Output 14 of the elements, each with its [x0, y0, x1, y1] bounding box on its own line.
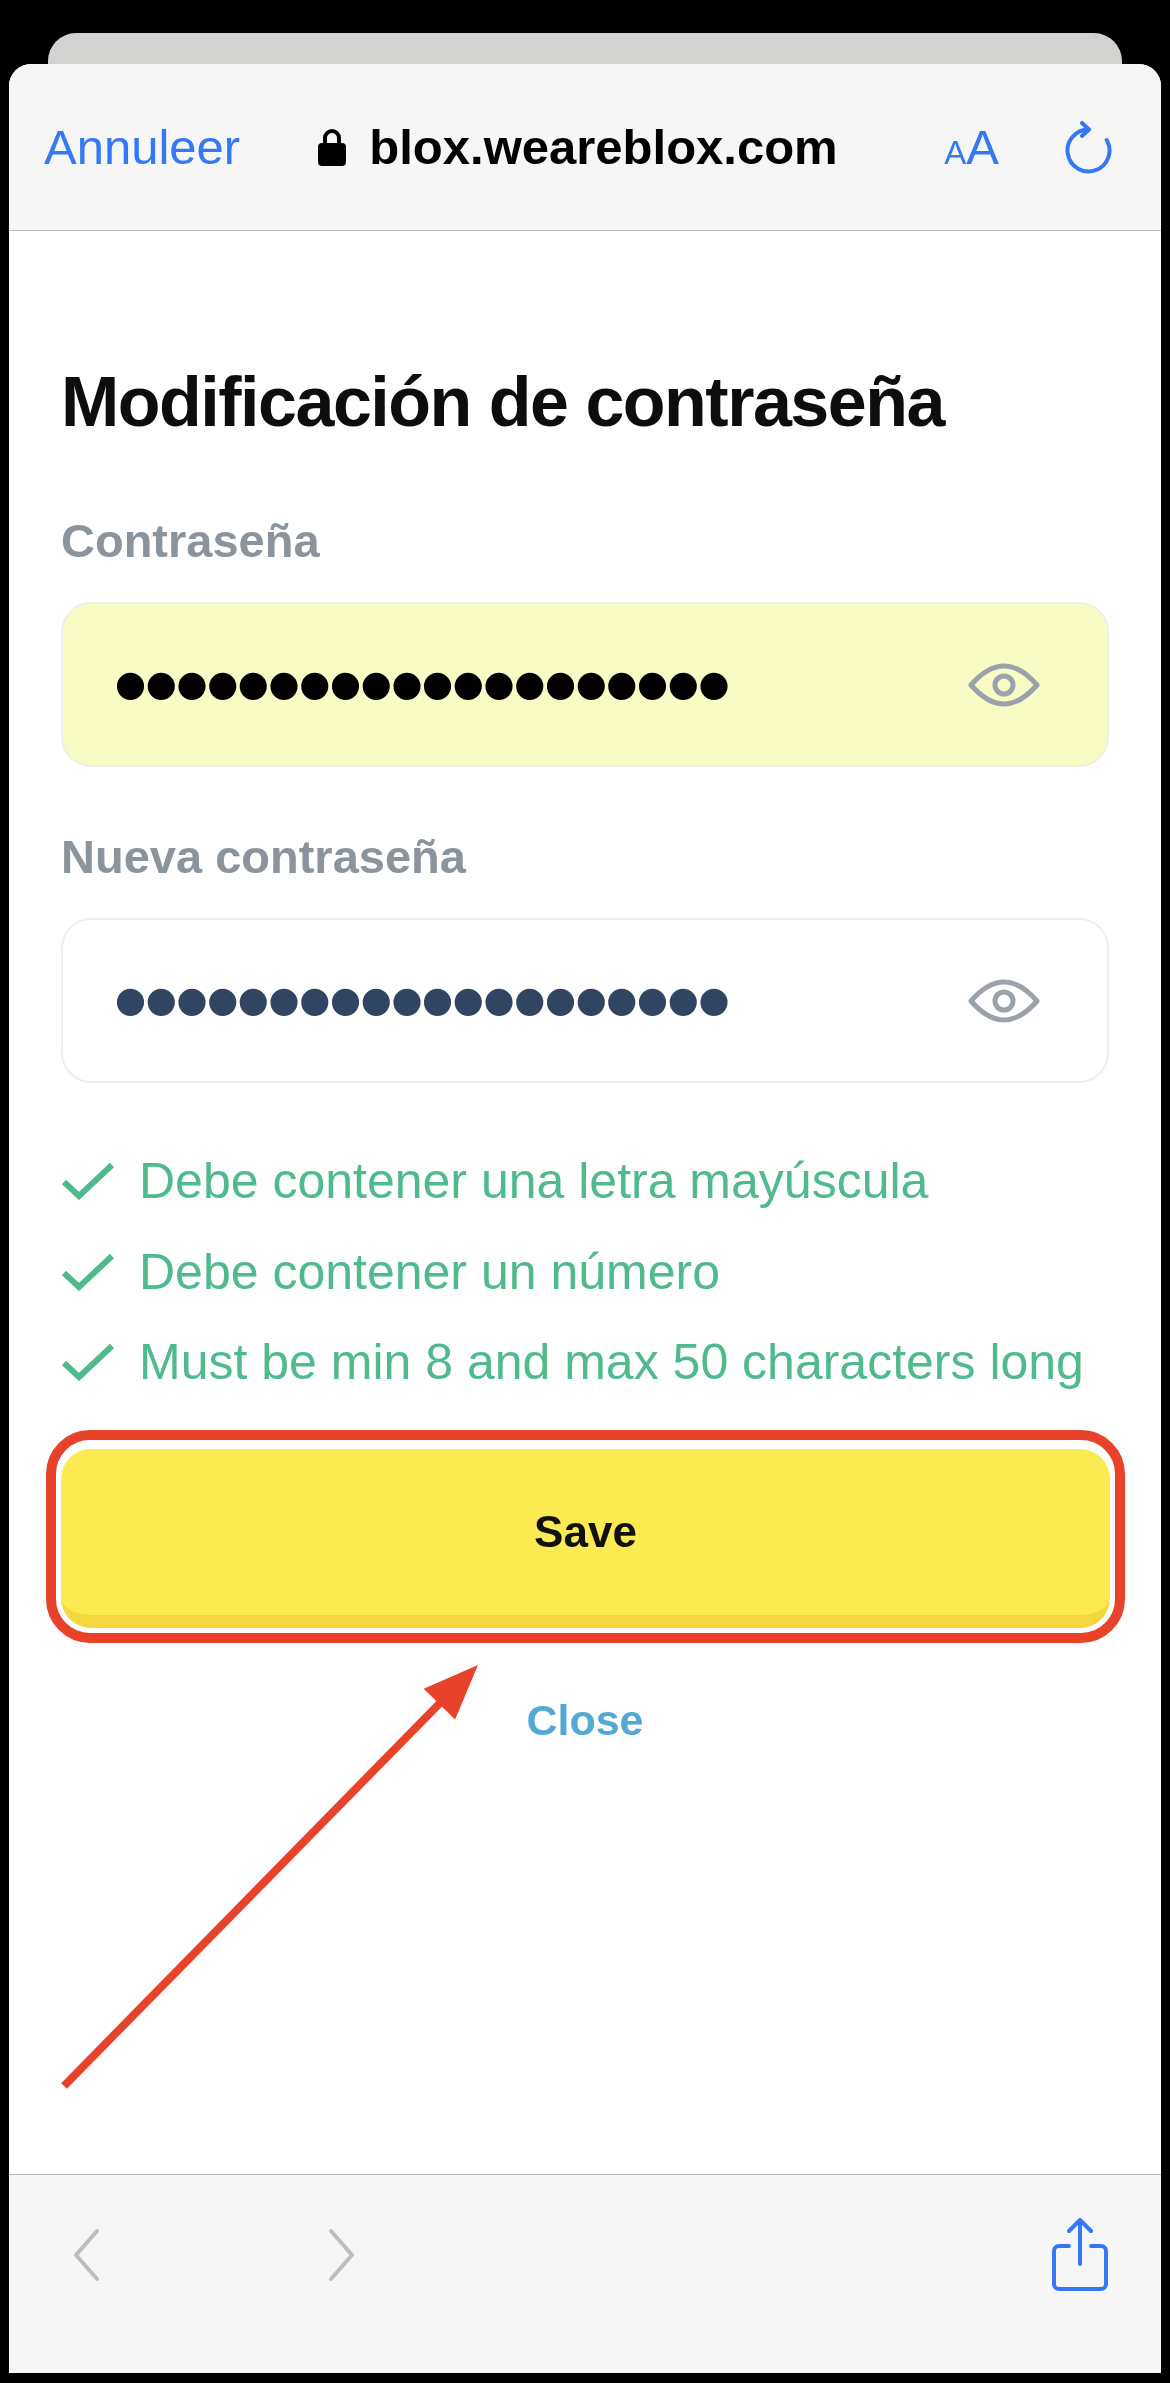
url-text: blox.weareblox.com [369, 118, 838, 176]
password-field[interactable]: •••••••••••••••••••• [61, 918, 1109, 1083]
reload-icon[interactable] [1065, 120, 1112, 174]
requirement-text: Debe contener una letra mayúscula [139, 1152, 929, 1211]
save-button[interactable]: Save [61, 1449, 1110, 1628]
page-title: Modificación de contraseña [61, 362, 946, 443]
share-icon[interactable] [1052, 2218, 1108, 2291]
password-field[interactable]: •••••••••••••••••••• [61, 602, 1109, 767]
field-label: Contraseña [61, 513, 321, 569]
field-label: Nueva contraseña [61, 829, 468, 885]
requirement-text: Must be min 8 and max 50 characters long [139, 1333, 1084, 1392]
cancel-button[interactable]: Annuleer [44, 117, 241, 177]
requirement-text: Debe contener un número [139, 1242, 720, 1302]
text-size-button[interactable]: AA [944, 122, 999, 172]
